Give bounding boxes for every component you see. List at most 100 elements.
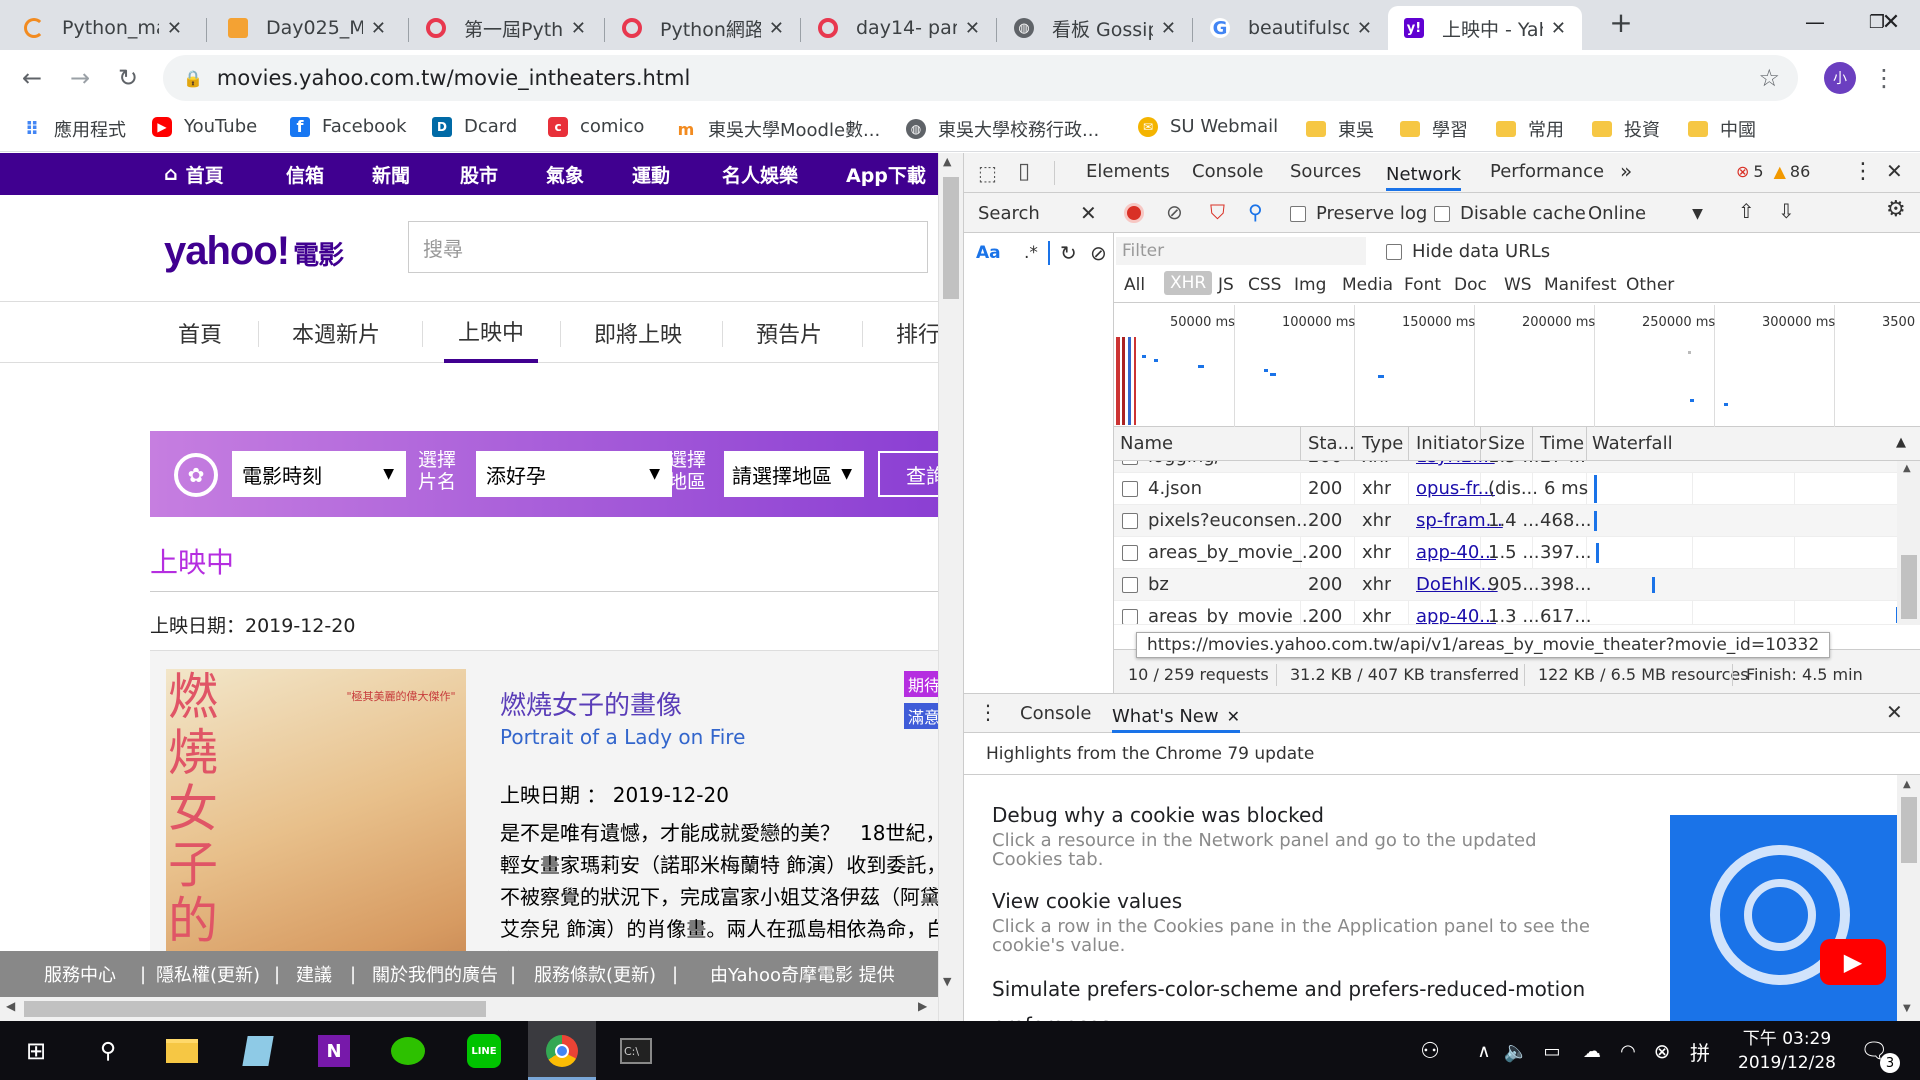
type-filter-media[interactable]: Media xyxy=(1342,275,1393,295)
footer-link[interactable]: 建議 xyxy=(296,951,332,997)
close-tab-icon[interactable]: ✕ xyxy=(371,18,386,39)
scrollbar-thumb[interactable] xyxy=(943,177,959,299)
topnav-sports[interactable]: 運動 xyxy=(632,153,670,195)
close-tab-icon[interactable]: ✕ xyxy=(571,18,586,39)
close-search-icon[interactable]: ✕ xyxy=(1080,201,1097,225)
onenote-icon[interactable]: N xyxy=(312,1029,356,1073)
browser-tab[interactable]: ◍ 看板 Gossip ✕ xyxy=(998,6,1192,50)
tab-elements[interactable]: Elements xyxy=(1086,161,1170,182)
chrome79-video-thumbnail[interactable]: ▶ xyxy=(1670,815,1898,1021)
chrome-icon[interactable] xyxy=(540,1029,584,1073)
topnav-app[interactable]: App下載 xyxy=(846,153,926,195)
type-filter-all[interactable]: All xyxy=(1124,275,1145,295)
type-filter-xhr[interactable]: XHR xyxy=(1164,271,1213,295)
yahoo-movies-logo[interactable]: yahoo! 電影 xyxy=(164,229,344,274)
col-status[interactable]: Sta... xyxy=(1308,433,1355,454)
bookmark-folder[interactable]: 東吳 xyxy=(1306,116,1374,142)
bookmark-star-icon[interactable]: ☆ xyxy=(1758,64,1780,92)
col-type[interactable]: Type xyxy=(1362,433,1403,454)
bookmark-webmail[interactable]: ✉ SU Webmail xyxy=(1138,116,1278,137)
type-filter-font[interactable]: Font xyxy=(1404,275,1441,295)
menu-home[interactable]: 首頁 xyxy=(178,303,222,363)
network-settings-icon[interactable]: ⚙ xyxy=(1886,197,1906,222)
menu-in-theaters[interactable]: 上映中 xyxy=(444,303,538,363)
clear-search-icon[interactable]: ⊘ xyxy=(1090,241,1107,265)
area-select[interactable]: 請選擇地區 ▼ xyxy=(724,451,864,497)
close-window-icon[interactable]: ✕ xyxy=(1860,0,1920,44)
type-filter-img[interactable]: Img xyxy=(1294,275,1326,295)
clock[interactable]: 下午 03:29 2019/12/28 xyxy=(1732,1027,1842,1075)
search-icon[interactable]: ⚲ xyxy=(1248,200,1263,224)
type-filter-ws[interactable]: WS xyxy=(1504,275,1532,295)
col-waterfall[interactable]: Waterfall xyxy=(1592,433,1673,454)
export-har-icon[interactable]: ⇩ xyxy=(1778,199,1795,223)
terminal-icon[interactable]: C:\ xyxy=(614,1029,658,1073)
line-icon[interactable]: LINE xyxy=(462,1029,506,1073)
browser-tab[interactable]: 第一屆Pytho ✕ xyxy=(410,6,602,50)
table-row[interactable]: areas_by_movie_... 200 xhr app-40... 1.5… xyxy=(1114,537,1920,569)
type-filter-doc[interactable]: Doc xyxy=(1454,275,1487,295)
topnav-celebrity[interactable]: 名人娛樂 xyxy=(722,153,798,195)
bookmark-scu-admin[interactable]: ◍ 東吳大學校務行政... xyxy=(906,116,1099,142)
bookmark-folder[interactable]: 學習 xyxy=(1400,116,1468,142)
type-filter-other[interactable]: Other xyxy=(1626,275,1674,295)
movie-select[interactable]: 添好孕 ▼ xyxy=(476,451,672,497)
menu-trailers[interactable]: 預告片 xyxy=(756,303,822,363)
tab-network[interactable]: Network xyxy=(1386,161,1462,191)
feature-title[interactable]: Debug why a cookie was blocked xyxy=(992,803,1592,827)
search-input[interactable]: 搜尋 xyxy=(408,221,928,273)
movie-title[interactable]: 燃燒女子的畫像 xyxy=(500,685,682,722)
close-drawer-icon[interactable]: ✕ xyxy=(1886,700,1903,724)
topnav-stocks[interactable]: 股市 xyxy=(460,153,498,195)
close-tab-icon[interactable]: ✕ xyxy=(167,18,182,39)
browser-tab[interactable]: G beautifulsou ✕ xyxy=(1194,6,1388,50)
horizontal-scrollbar[interactable]: ◀ ▶ xyxy=(0,997,938,1021)
throttle-select[interactable]: Online ▼ xyxy=(1588,203,1703,224)
movie-title-en[interactable]: Portrait of a Lady on Fire xyxy=(500,725,745,749)
col-initiator[interactable]: Initiator xyxy=(1416,433,1486,454)
drawer-tab-whats-new[interactable]: What's New ✕ xyxy=(1112,703,1241,733)
menu-rankings[interactable]: 排行 xyxy=(896,303,938,363)
back-icon[interactable]: ← xyxy=(16,62,48,94)
search-icon[interactable]: ⚲ xyxy=(86,1029,130,1073)
table-row[interactable]: 4.json 200 xhr opus-fr... (dis... 6 ms xyxy=(1114,473,1920,505)
tab-performance[interactable]: Performance xyxy=(1490,161,1604,182)
footer-link[interactable]: 服務中心 xyxy=(44,951,116,997)
footer-link[interactable]: 服務條款(更新) xyxy=(534,951,656,997)
bookmark-moodle[interactable]: m 東吳大學Moodle數... xyxy=(676,116,881,142)
wechat-icon[interactable] xyxy=(386,1029,430,1073)
ime-icon[interactable]: 拼 xyxy=(1678,1029,1722,1073)
close-tab-icon[interactable]: ✕ xyxy=(1357,18,1372,39)
regex-icon[interactable]: .* xyxy=(1024,243,1038,263)
table-scrollbar[interactable]: ▲ xyxy=(1897,461,1920,625)
bookmark-youtube[interactable]: ▶ YouTube xyxy=(152,116,257,137)
type-filter-js[interactable]: JS xyxy=(1218,275,1234,295)
col-size[interactable]: Size xyxy=(1488,433,1525,454)
filter-icon[interactable]: ⛉ xyxy=(1210,200,1225,224)
type-filter-manifest[interactable]: Manifest xyxy=(1544,275,1617,295)
hide-data-urls-checkbox[interactable]: Hide data URLs xyxy=(1386,241,1550,262)
topnav-mail[interactable]: 信箱 xyxy=(286,153,324,195)
browser-tab[interactable]: Python網路 ✕ xyxy=(606,6,800,50)
close-tab-icon[interactable]: ✕ xyxy=(1551,18,1566,39)
reload-icon[interactable]: ↻ xyxy=(112,62,144,94)
record-icon[interactable] xyxy=(1124,203,1144,223)
drawer-scrollbar[interactable]: ▲ ▼ xyxy=(1897,775,1920,1021)
clear-icon[interactable]: ⊘ xyxy=(1166,200,1183,224)
match-case-icon[interactable]: Aa xyxy=(976,243,1001,263)
browser-tab[interactable]: Day025_Mu ✕ xyxy=(212,6,402,50)
inspect-element-icon[interactable]: ⬚ xyxy=(978,161,997,185)
forward-icon[interactable]: → xyxy=(64,62,96,94)
search-input[interactable] xyxy=(1048,241,1050,265)
topnav-weather[interactable]: 氣象 xyxy=(546,153,584,195)
footer-link[interactable]: 關於我們的廣告 xyxy=(372,951,498,997)
drawer-menu-icon[interactable]: ⋮ xyxy=(978,700,998,724)
col-name[interactable]: Name xyxy=(1120,433,1173,454)
devtools-menu-icon[interactable]: ⋮ xyxy=(1852,159,1874,184)
scroll-left-icon[interactable]: ◀ xyxy=(6,999,15,1013)
profile-avatar[interactable]: 小 xyxy=(1824,62,1856,94)
showtime-select[interactable]: 電影時刻 ▼ xyxy=(232,451,406,497)
filter-input[interactable]: Filter xyxy=(1116,237,1366,265)
topnav-home[interactable]: ⌂ 首頁 xyxy=(164,153,224,195)
scroll-down-icon[interactable]: ▼ xyxy=(943,975,951,988)
